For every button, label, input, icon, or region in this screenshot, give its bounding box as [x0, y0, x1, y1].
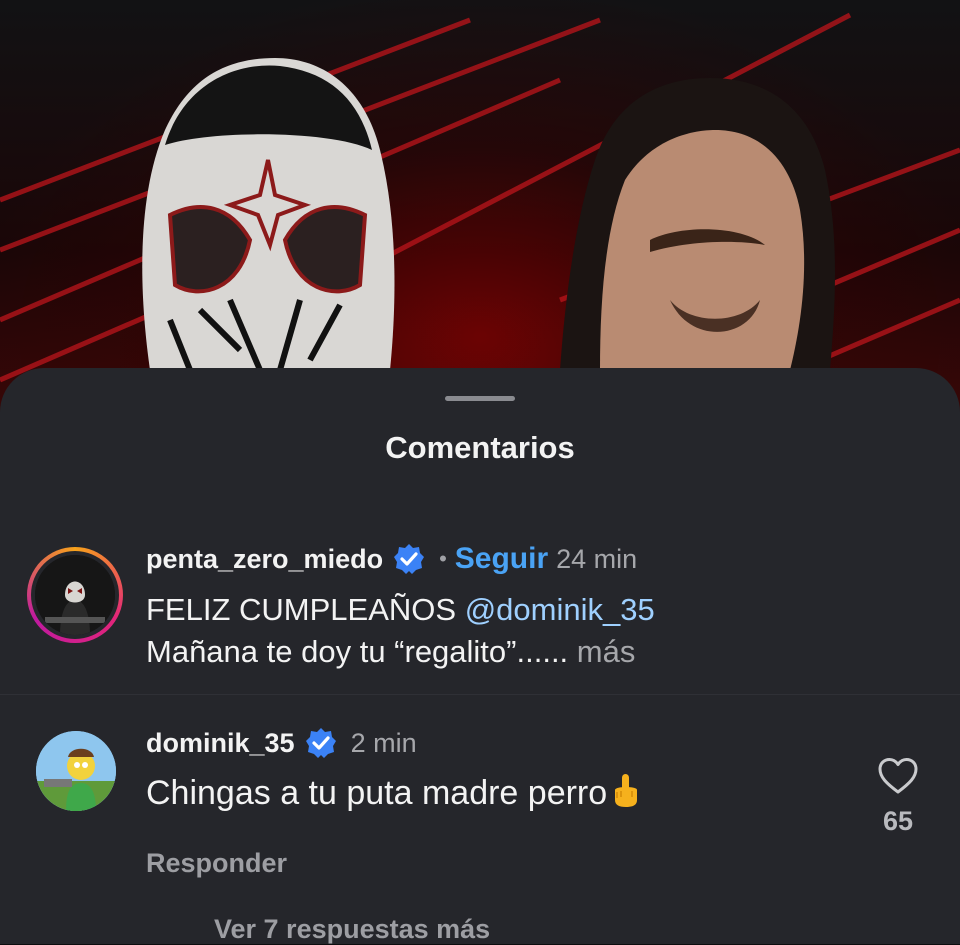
comment-text-prefix: FELIZ CUMPLEAÑOS	[146, 592, 465, 627]
heart-outline-icon[interactable]	[876, 756, 920, 796]
middle-finger-emoji	[615, 774, 638, 807]
comments-sheet: Comentarios penta_zero_miedo • Seguir 24…	[0, 368, 960, 944]
separator-dot: •	[439, 546, 447, 571]
verified-badge-icon	[394, 544, 425, 574]
comment-item[interactable]: penta_zero_miedo • Seguir 24 min FELIZ C…	[0, 516, 960, 686]
sheet-title: Comentarios	[385, 430, 575, 465]
story-ring[interactable]	[27, 547, 123, 643]
comment-header: penta_zero_miedo • Seguir 24 min	[146, 539, 637, 579]
comment-divider	[0, 694, 960, 695]
comment-text-line2: Mañana te doy tu “regalito”......	[146, 634, 569, 669]
more-link[interactable]: más	[568, 634, 636, 669]
comment-header: dominik_35 2 min	[146, 723, 417, 763]
follow-button[interactable]: Seguir	[455, 542, 548, 576]
man-figure	[560, 78, 835, 370]
post-image-backdrop	[0, 0, 960, 420]
reply-button[interactable]: Responder	[146, 848, 287, 879]
comment-time: 24 min	[556, 543, 638, 574]
comment-time: 2 min	[350, 727, 417, 758]
masked-figure	[142, 58, 395, 372]
view-replies-button[interactable]: Ver 7 respuestas más	[214, 914, 490, 945]
post-image	[0, 12, 960, 383]
drag-handle[interactable]	[445, 396, 515, 401]
username[interactable]: dominik_35	[146, 728, 295, 759]
avatar-image	[35, 555, 115, 635]
avatar[interactable]	[36, 731, 116, 811]
like-count: 65	[882, 806, 914, 836]
avatar-image	[36, 731, 116, 811]
comment-text-content: Chingas a tu puta madre perro	[146, 774, 608, 812]
verified-badge-icon	[305, 728, 336, 758]
comment-line-1: FELIZ CUMPLEAÑOS @dominik_35	[146, 589, 655, 631]
mention-link[interactable]: @dominik_35	[465, 592, 655, 627]
comment-text: FELIZ CUMPLEAÑOS @dominik_35 Mañana te d…	[146, 589, 655, 673]
avatar-border	[31, 551, 119, 639]
username[interactable]: penta_zero_miedo	[146, 544, 383, 575]
comment-text: Chingas a tu puta madre perro	[146, 772, 641, 814]
comment-item[interactable]: dominik_35 2 min Chingas a tu puta madre…	[0, 718, 960, 944]
comment-line-2: Mañana te doy tu “regalito”...... más	[146, 631, 655, 673]
avatar[interactable]	[35, 555, 115, 635]
